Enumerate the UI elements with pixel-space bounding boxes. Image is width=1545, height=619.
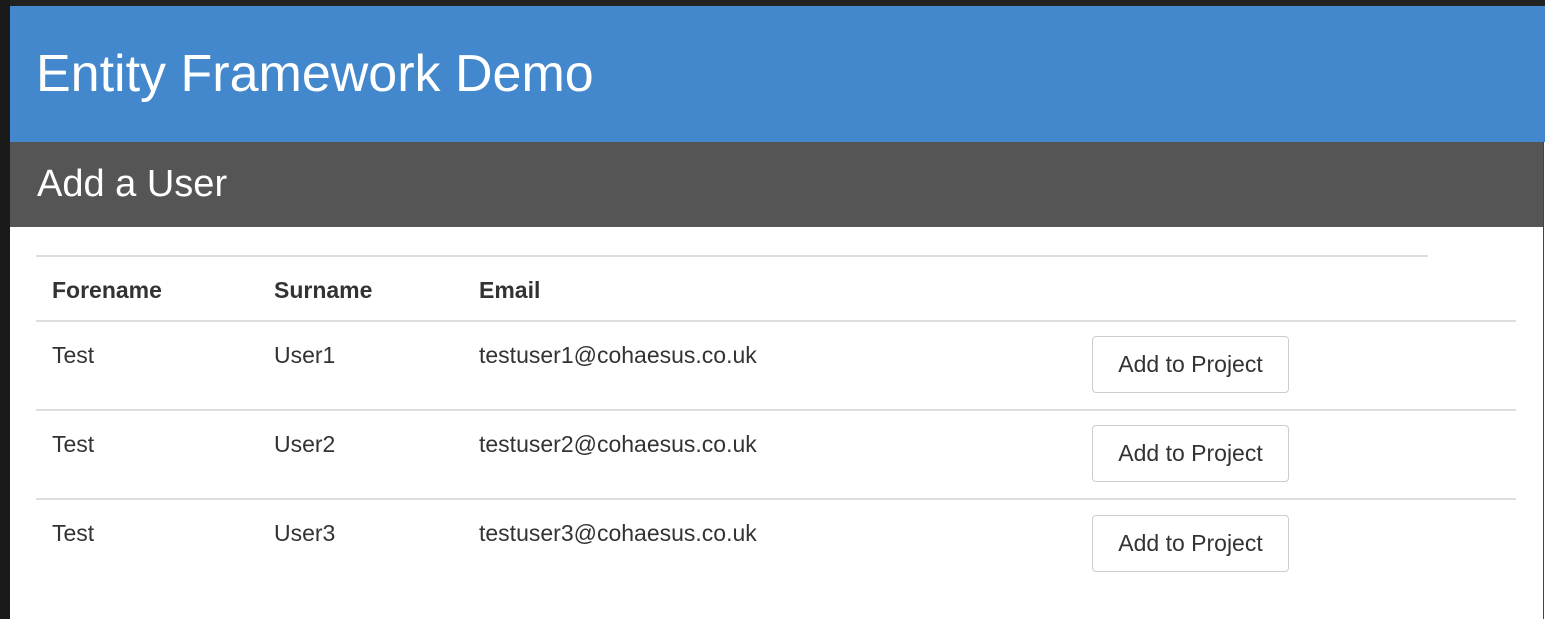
cell-surname: User2 [274,431,336,457]
row-divider [36,409,1516,411]
add-to-project-button[interactable]: Add to Project [1092,515,1289,572]
cell-email: testuser1@cohaesus.co.uk [479,342,757,368]
page-title: Entity Framework Demo [36,45,594,103]
add-to-project-button[interactable]: Add to Project [1092,425,1289,482]
add-to-project-button[interactable]: Add to Project [1092,336,1289,393]
panel-title: Add a User [37,163,228,205]
row-divider [36,320,1516,322]
add-user-panel: Add a User Forename Surname Email Test U… [10,142,1544,619]
cell-forename: Test [52,342,95,368]
cell-email: testuser2@cohaesus.co.uk [479,431,757,457]
cell-email: testuser3@cohaesus.co.uk [479,520,757,546]
cell-forename: Test [52,431,95,457]
column-header-surname: Surname [274,277,373,303]
cell-surname: User1 [274,342,336,368]
column-header-forename: Forename [52,277,162,303]
panel-heading: Add a User [10,142,1543,227]
table-top-divider [36,255,1428,257]
cell-surname: User3 [274,520,336,546]
row-divider [36,498,1516,500]
page-header: Entity Framework Demo [9,6,1545,142]
window-left-border [0,0,10,619]
cell-forename: Test [52,520,95,546]
column-header-email: Email [479,277,541,303]
